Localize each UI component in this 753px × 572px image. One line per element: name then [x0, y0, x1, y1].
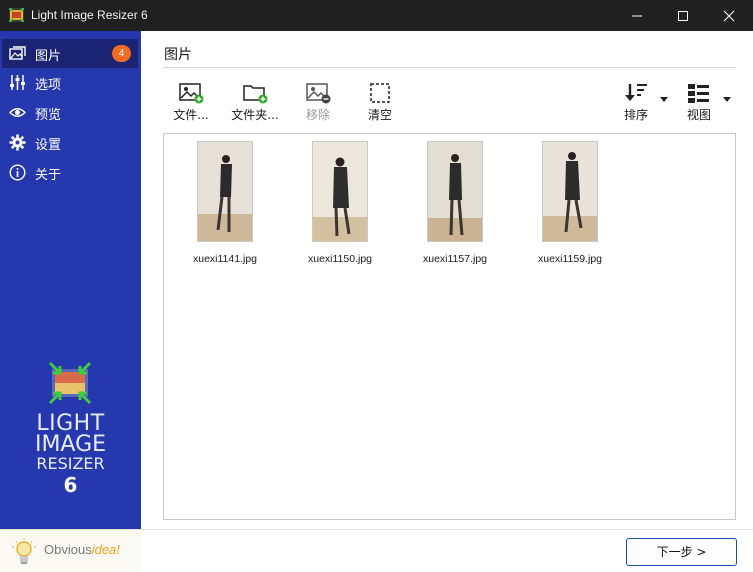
sort-button[interactable]: 排序 — [619, 82, 653, 128]
remove-image-icon — [306, 83, 331, 104]
file-name: xuexi1141.jpg — [192, 253, 258, 265]
minimize-icon — [632, 15, 642, 17]
lightbulb-icon — [12, 538, 36, 564]
add-files-label: 文件... — [173, 108, 209, 122]
sidebar-item-settings[interactable]: 设置 — [2, 128, 138, 157]
image-thumbnail — [312, 141, 368, 242]
view-dropdown-chevron-icon[interactable] — [723, 97, 731, 102]
info-icon — [9, 164, 26, 181]
sidebar-item-options[interactable]: 选项 — [2, 68, 138, 97]
image-thumbnail — [542, 141, 598, 242]
light-image-resizer-logo-icon — [48, 361, 92, 405]
sidebar: 图片 4 选项 预览 设置 关于 LIGHT IMAGE RESIZER 6 — [0, 31, 141, 529]
image-file-list[interactable]: xuexi1141.jpg xuexi1150.jpg xuexi1157.jp… — [163, 133, 736, 520]
add-files-button[interactable]: 文件... — [168, 82, 214, 128]
footer-divider — [141, 529, 753, 530]
sort-icon — [625, 84, 647, 101]
images-icon — [9, 46, 26, 60]
image-thumbnail — [197, 141, 253, 242]
view-list-icon — [688, 84, 709, 103]
title-bar: Light Image Resizer 6 — [0, 0, 753, 31]
add-folder-label: 文件夹... — [231, 108, 279, 122]
sort-label: 排序 — [623, 108, 648, 122]
file-item[interactable]: xuexi1150.jpg — [292, 141, 388, 265]
minimize-button[interactable] — [614, 0, 660, 31]
sidebar-item-label: 设置 — [35, 138, 62, 153]
add-folder-button[interactable]: 文件夹... — [228, 82, 282, 128]
file-name: xuexi1157.jpg — [422, 253, 488, 265]
brand-text: Obviousidea! — [44, 542, 120, 557]
title-divider — [163, 67, 736, 68]
clear-label: 清空 — [367, 108, 392, 122]
sort-dropdown-chevron-icon[interactable] — [660, 97, 668, 102]
clear-button[interactable]: 清空 — [364, 82, 396, 128]
sidebar-item-images[interactable]: 图片 4 — [2, 39, 138, 68]
app-logo-icon — [9, 8, 24, 22]
maximize-button[interactable] — [660, 0, 706, 31]
close-button[interactable] — [706, 0, 752, 31]
remove-label: 移除 — [305, 108, 330, 122]
sliders-icon — [10, 75, 25, 90]
gear-icon — [9, 134, 26, 151]
sidebar-item-preview[interactable]: 预览 — [2, 98, 138, 127]
view-label: 视图 — [686, 108, 711, 122]
maximize-icon — [678, 11, 688, 21]
file-name: xuexi1159.jpg — [537, 253, 603, 265]
file-item[interactable]: xuexi1157.jpg — [407, 141, 503, 265]
page-title: 图片 — [164, 47, 192, 63]
image-thumbnail — [427, 141, 483, 242]
logo-text-version: 6 — [63, 473, 78, 497]
remove-button[interactable]: 移除 — [300, 82, 336, 128]
add-image-icon — [179, 83, 204, 104]
clear-selection-icon — [370, 83, 390, 103]
file-name: xuexi1150.jpg — [307, 253, 373, 265]
view-button[interactable]: 视图 — [682, 82, 716, 128]
file-item[interactable]: xuexi1159.jpg — [522, 141, 618, 265]
image-count-badge: 4 — [112, 45, 131, 62]
sidebar-item-label: 图片 — [35, 49, 62, 64]
next-step-button[interactable]: 下一步 > — [626, 538, 737, 566]
file-item[interactable]: xuexi1141.jpg — [177, 141, 273, 265]
add-folder-icon — [243, 85, 268, 104]
sidebar-item-label: 预览 — [35, 108, 62, 123]
sidebar-item-label: 关于 — [35, 168, 62, 183]
obviousidea-brand[interactable]: Obviousidea! — [0, 529, 141, 572]
close-icon — [723, 10, 735, 22]
sidebar-item-label: 选项 — [35, 78, 62, 93]
eye-icon — [9, 108, 26, 117]
sidebar-item-about[interactable]: 关于 — [2, 158, 138, 187]
window-title: Light Image Resizer 6 — [31, 8, 148, 22]
logo-text-resizer: RESIZER — [36, 454, 105, 473]
